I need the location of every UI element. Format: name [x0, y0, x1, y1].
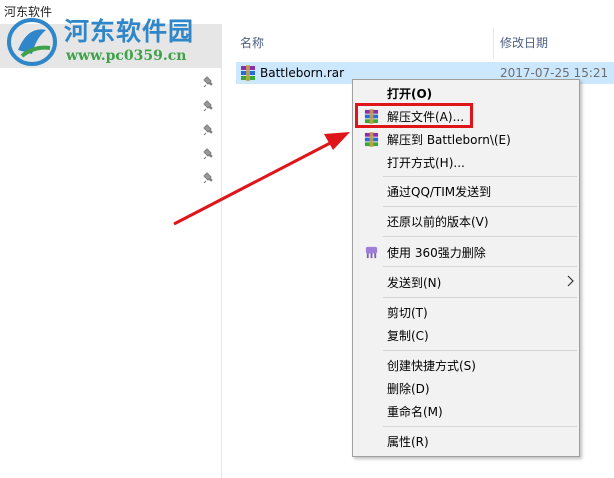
menu-item-force-delete[interactable]: 使用 360强力删除 — [353, 241, 579, 263]
menu-separator — [383, 176, 577, 177]
menu-item-properties[interactable]: 属性(R) — [353, 430, 579, 452]
column-header-modified[interactable]: 修改日期 — [500, 32, 548, 54]
menu-separator — [383, 266, 577, 267]
menu-item-label: 创建快捷方式(S) — [387, 359, 476, 373]
rar-archive-icon — [241, 65, 255, 81]
pin-icon[interactable] — [203, 100, 215, 112]
menu-item-label: 删除(D) — [387, 382, 430, 396]
menu-item-restore-previous[interactable]: 还原以前的版本(V) — [353, 210, 579, 232]
menu-item-label: 属性(R) — [387, 435, 429, 449]
highlight-box — [355, 103, 473, 128]
watermark-logo-icon — [7, 18, 57, 66]
winrar-icon — [364, 132, 379, 147]
watermark-url: www.pc0359.cn — [66, 48, 187, 64]
shredder-icon — [365, 246, 378, 259]
menu-item-label: 剪切(T) — [387, 306, 428, 320]
menu-item-cut[interactable]: 剪切(T) — [353, 301, 579, 323]
menu-separator — [383, 236, 577, 237]
menu-item-send-qq[interactable]: 通过QQ/TIM发送到 — [353, 180, 579, 202]
menu-item-label: 使用 360强力删除 — [387, 246, 486, 260]
menu-item-label: 还原以前的版本(V) — [387, 215, 489, 229]
menu-item-send-to[interactable]: 发送到(N) — [353, 271, 579, 293]
menu-item-label: 打开方式(H)... — [387, 156, 465, 170]
menu-item-label: 发送到(N) — [387, 276, 442, 290]
navigation-pane[interactable] — [0, 24, 222, 478]
menu-item-create-shortcut[interactable]: 创建快捷方式(S) — [353, 354, 579, 376]
column-header-name[interactable]: 名称 — [240, 32, 264, 54]
menu-item-extract-to[interactable]: 解压到 Battleborn\(E) — [353, 128, 579, 150]
chevron-right-icon — [567, 275, 574, 287]
context-menu: 打开(O) 解压文件(A)... 解压到 Battleborn\(E) 打开方式… — [352, 79, 580, 457]
menu-item-delete[interactable]: 删除(D) — [353, 377, 579, 399]
menu-item-label: 复制(C) — [387, 329, 429, 343]
pane-divider[interactable] — [221, 24, 222, 478]
menu-item-rename[interactable]: 重命名(M) — [353, 400, 579, 422]
watermark-title: 河东软件园 — [64, 17, 195, 46]
menu-separator — [383, 350, 577, 351]
menu-item-label: 打开(O) — [387, 87, 433, 101]
menu-item-copy[interactable]: 复制(C) — [353, 324, 579, 346]
file-modified-date: 2017-07-25 15:21 — [500, 66, 609, 80]
file-name: Battleborn.rar — [260, 66, 345, 80]
watermark: 河东软件园 www.pc0359.cn — [6, 14, 220, 70]
menu-item-open[interactable]: 打开(O) — [353, 82, 579, 104]
menu-separator — [383, 297, 577, 298]
menu-separator — [383, 426, 577, 427]
menu-separator — [383, 206, 577, 207]
column-divider[interactable] — [493, 28, 494, 58]
pin-icon[interactable] — [203, 148, 215, 160]
pin-icon[interactable] — [203, 172, 215, 184]
menu-item-label: 重命名(M) — [387, 405, 443, 419]
menu-item-open-with[interactable]: 打开方式(H)... — [353, 151, 579, 173]
pin-icon[interactable] — [203, 124, 215, 136]
pin-icon[interactable] — [203, 76, 215, 88]
menu-item-label: 解压到 Battleborn\(E) — [387, 133, 511, 147]
menu-item-label: 通过QQ/TIM发送到 — [387, 185, 492, 199]
